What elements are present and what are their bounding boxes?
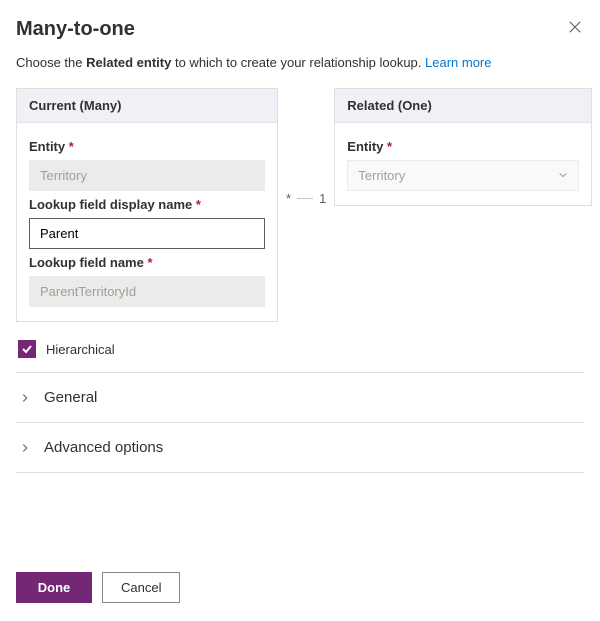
done-button[interactable]: Done [16,572,92,603]
lookup-name-label: Lookup field name * [29,255,265,270]
chevron-right-icon [20,390,30,406]
learn-more-link[interactable]: Learn more [425,55,491,70]
chevron-right-icon [20,440,30,456]
entity-label: Entity * [29,139,265,154]
required-mark: * [69,139,74,154]
dialog-footer: Done Cancel [16,572,180,603]
advanced-section-toggle[interactable]: Advanced options [16,423,584,472]
related-panel-heading: Related (One) [335,89,591,123]
lookup-display-input[interactable] [29,218,265,249]
divider [16,472,584,473]
connector-one-symbol: 1 [319,191,326,206]
chevron-down-icon [558,168,568,183]
cancel-button[interactable]: Cancel [102,572,180,603]
required-mark: * [387,139,392,154]
related-entity-select[interactable]: Territory [347,160,579,191]
instruction-pre: Choose the [16,55,86,70]
instruction-text: Choose the Related entity to which to cr… [16,55,584,70]
instruction-post: to which to create your relationship loo… [171,55,425,70]
advanced-section-label: Advanced options [44,439,163,456]
connector-many-symbol: * [286,191,291,206]
current-panel-heading: Current (Many) [17,89,277,123]
hierarchical-label: Hierarchical [46,342,115,357]
relationship-panels: Current (Many) Entity * Territory Lookup… [16,88,584,322]
related-entity-label: Entity * [347,139,579,154]
general-section-toggle[interactable]: General [16,373,584,422]
lookup-display-label: Lookup field display name * [29,197,265,212]
relationship-connector: * 1 [278,168,334,228]
close-icon[interactable] [566,18,584,40]
current-panel: Current (Many) Entity * Territory Lookup… [16,88,278,322]
dialog-title: Many-to-one [16,18,135,41]
required-mark: * [147,255,152,270]
instruction-bold: Related entity [86,55,171,70]
connector-line [297,198,313,199]
required-mark: * [196,197,201,212]
related-entity-value: Territory [358,168,405,183]
current-entity-field: Territory [29,160,265,191]
general-section-label: General [44,389,97,406]
related-panel: Related (One) Entity * Territory [334,88,592,206]
lookup-name-field: ParentTerritoryId [29,276,265,307]
hierarchical-row: Hierarchical [16,334,584,372]
hierarchical-checkbox[interactable] [18,340,36,358]
